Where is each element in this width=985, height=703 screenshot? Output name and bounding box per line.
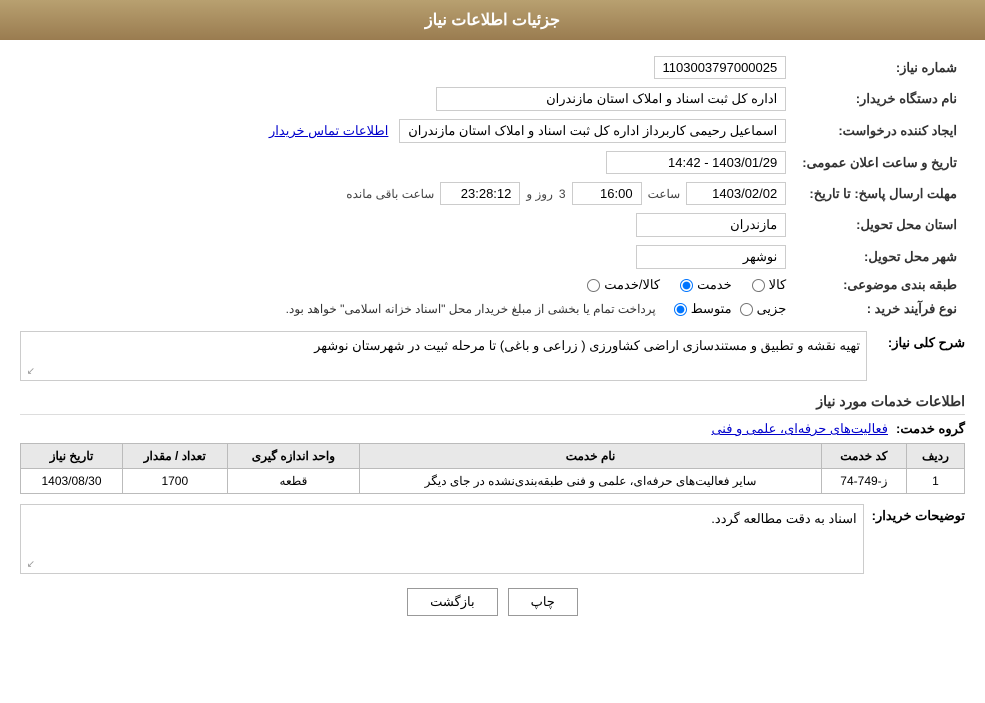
deadline-day-label: روز و: [526, 187, 553, 201]
row-announce-datetime: تاریخ و ساعت اعلان عمومی: 1403/01/29 - 1…: [20, 147, 965, 178]
category-kala-khedmat[interactable]: کالا/خدمت: [587, 277, 660, 293]
province-box: مازندران: [636, 213, 786, 237]
category-kala-label: کالا: [769, 277, 787, 293]
announce-datetime-box: 1403/01/29 - 14:42: [606, 151, 786, 174]
row-buyer-org: نام دستگاه خریدار: اداره کل ثبت اسناد و …: [20, 83, 965, 115]
services-table-header-row: ردیف کد خدمت نام خدمت واحد اندازه گیری ت…: [21, 444, 965, 469]
province-label: استان محل تحویل:: [794, 209, 965, 241]
main-container: جزئیات اطلاعات نیاز شماره نیاز: 11030037…: [0, 0, 985, 703]
td-date: 1403/08/30: [21, 469, 123, 494]
th-quantity: تعداد / مقدار: [123, 444, 228, 469]
row-province: استان محل تحویل: مازندران: [20, 209, 965, 241]
creator-contact-link[interactable]: اطلاعات تماس خریدار: [269, 123, 388, 138]
buyer-org-value: اداره کل ثبت اسناد و املاک استان مازندرا…: [20, 83, 794, 115]
th-date: تاریخ نیاز: [21, 444, 123, 469]
row-city: شهر محل تحویل: نوشهر: [20, 241, 965, 273]
city-box: نوشهر: [636, 245, 786, 269]
row-request-number: شماره نیاز: 1103003797000025: [20, 52, 965, 83]
buyer-notes-resize-handle: ↙: [23, 559, 35, 571]
back-button[interactable]: بازگشت: [407, 588, 497, 616]
services-section-title: اطلاعات خدمات مورد نیاز: [20, 393, 965, 415]
province-value: مازندران: [20, 209, 794, 241]
description-box: تهیه نقشه و تطبیق و مستندسازی اراضی کشاو…: [20, 331, 867, 381]
td-row_num: 1: [906, 469, 964, 494]
td-quantity: 1700: [123, 469, 228, 494]
buyer-org-box: اداره کل ثبت اسناد و املاک استان مازندرا…: [436, 87, 786, 111]
services-table: ردیف کد خدمت نام خدمت واحد اندازه گیری ت…: [20, 443, 965, 494]
group-service-label: گروه خدمت:: [896, 421, 965, 437]
category-kala[interactable]: کالا: [752, 277, 787, 293]
announce-datetime-value: 1403/01/29 - 14:42: [20, 147, 794, 178]
description-resize-handle: ↙: [23, 366, 35, 378]
row-creator: ایجاد کننده درخواست: اسماعیل رحیمی کاربر…: [20, 115, 965, 147]
deadline-day-value: 3: [559, 187, 566, 201]
group-service-value[interactable]: فعالیت‌های حرفه‌ای، علمی و فنی: [711, 421, 888, 437]
td-service_name: سایر فعالیت‌های حرفه‌ای، علمی و فنی طبقه…: [360, 469, 822, 494]
th-service-code: کد خدمت: [821, 444, 906, 469]
th-unit: واحد اندازه گیری: [227, 444, 360, 469]
purchase-type-jozi[interactable]: جزیی: [740, 301, 787, 317]
request-number-value: 1103003797000025: [20, 52, 794, 83]
city-label: شهر محل تحویل:: [794, 241, 965, 273]
buyer-notes-box: اسناد به دقت مطالعه گردد. ↙: [20, 504, 864, 574]
purchase-motavaset-radio[interactable]: [674, 303, 687, 316]
row-deadline: مهلت ارسال پاسخ: تا تاریخ: 1403/02/02 سا…: [20, 178, 965, 209]
deadline-row: 1403/02/02 ساعت 16:00 3 روز و 23:28:12 س…: [20, 178, 794, 209]
content-area: شماره نیاز: 1103003797000025 نام دستگاه …: [0, 40, 985, 638]
category-kala-khedmat-label: کالا/خدمت: [604, 277, 660, 293]
purchase-type-label: نوع فرآیند خرید :: [794, 297, 965, 321]
description-value: تهیه نقشه و تطبیق و مستندسازی اراضی کشاو…: [314, 338, 860, 353]
creator-label: ایجاد کننده درخواست:: [794, 115, 965, 147]
description-row: شرح کلی نیاز: تهیه نقشه و تطبیق و مستندس…: [20, 331, 965, 381]
row-purchase-type: نوع فرآیند خرید : جزیی متوسط پرداخت: [20, 297, 965, 321]
description-label: شرح کلی نیاز:: [875, 331, 965, 351]
category-khedmat[interactable]: خدمت: [680, 277, 732, 293]
th-row-num: ردیف: [906, 444, 964, 469]
buyer-notes-label: توضیحات خریدار:: [872, 504, 965, 524]
row-category: طبقه بندی موضوعی: کالا خدمت: [20, 273, 965, 297]
city-value: نوشهر: [20, 241, 794, 273]
category-kala-khedmat-radio[interactable]: [587, 279, 600, 292]
page-header: جزئیات اطلاعات نیاز: [0, 0, 985, 40]
announce-datetime-label: تاریخ و ساعت اعلان عمومی:: [794, 147, 965, 178]
td-service_code: ز-749-74: [821, 469, 906, 494]
category-khedmat-label: خدمت: [697, 277, 732, 293]
deadline-date-box: 1403/02/02: [686, 182, 786, 205]
category-options: کالا خدمت کالا/خدمت: [20, 273, 794, 297]
category-kala-radio[interactable]: [752, 279, 765, 292]
creator-box: اسماعیل رحیمی کاربرداز اداره کل ثبت اسنا…: [399, 119, 786, 143]
buyer-notes-row: توضیحات خریدار: اسناد به دقت مطالعه گردد…: [20, 504, 965, 574]
info-table: شماره نیاز: 1103003797000025 نام دستگاه …: [20, 52, 965, 321]
category-khedmat-radio[interactable]: [680, 279, 693, 292]
th-service-name: نام خدمت: [360, 444, 822, 469]
creator-value: اسماعیل رحیمی کاربرداز اداره کل ثبت اسنا…: [20, 115, 794, 147]
purchase-type-row: جزیی متوسط پرداخت تمام یا بخشی از مبلغ خ…: [20, 297, 794, 321]
purchase-type-motavaset[interactable]: متوسط: [674, 301, 732, 317]
buttons-row: چاپ بازگشت: [20, 588, 965, 616]
payment-note: پرداخت تمام یا بخشی از مبلغ خریدار محل "…: [286, 302, 656, 316]
deadline-remaining-label: ساعت باقی مانده: [346, 187, 434, 201]
request-number-label: شماره نیاز:: [794, 52, 965, 83]
buyer-org-label: نام دستگاه خریدار:: [794, 83, 965, 115]
page-title: جزئیات اطلاعات نیاز: [425, 12, 560, 29]
deadline-remaining-box: 23:28:12: [440, 182, 520, 205]
purchase-motavaset-label: متوسط: [691, 301, 732, 317]
purchase-jozi-label: جزیی: [757, 301, 787, 317]
print-button[interactable]: چاپ: [508, 588, 578, 616]
table-row: 1ز-749-74سایر فعالیت‌های حرفه‌ای، علمی و…: [21, 469, 965, 494]
deadline-label: مهلت ارسال پاسخ: تا تاریخ:: [794, 178, 965, 209]
request-number-box: 1103003797000025: [654, 56, 787, 79]
category-label: طبقه بندی موضوعی:: [794, 273, 965, 297]
buyer-notes-value: اسناد به دقت مطالعه گردد.: [711, 511, 856, 526]
group-service-row: گروه خدمت: فعالیت‌های حرفه‌ای، علمی و فن…: [20, 421, 965, 437]
td-unit: قطعه: [227, 469, 360, 494]
deadline-time-label: ساعت: [648, 187, 681, 201]
purchase-jozi-radio[interactable]: [740, 303, 753, 316]
deadline-time-box: 16:00: [572, 182, 642, 205]
